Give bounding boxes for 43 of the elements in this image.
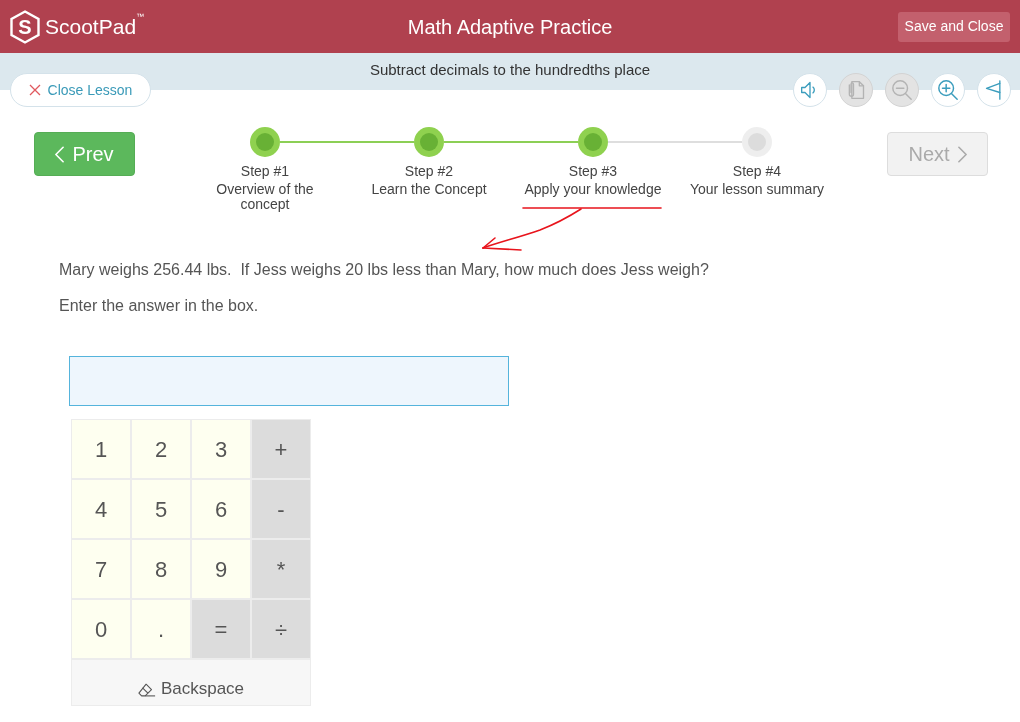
answer-field[interactable] [69, 356, 509, 406]
keypad-key[interactable]: = [191, 599, 251, 659]
close-icon [28, 84, 41, 96]
step-title: Overview of the concept [215, 182, 315, 212]
logo-mark: S [10, 9, 40, 44]
step-number: Step #4 [732, 163, 782, 179]
keypad-key[interactable]: 1 [71, 419, 131, 479]
chevron-right-icon [957, 145, 967, 163]
keypad-key[interactable]: 6 [191, 479, 251, 539]
keypad-key[interactable]: * [251, 539, 311, 599]
pennant-flag-icon [984, 79, 1004, 101]
save-and-close-button[interactable]: Save and Close [898, 11, 1010, 42]
keypad-key[interactable]: 4 [71, 479, 131, 539]
flag-button[interactable] [977, 73, 1011, 107]
step-number: Step #1 [240, 163, 290, 179]
step-title: Apply your knowledge [524, 182, 662, 197]
question-text: Mary weighs 256.44 lbs. If Jess weighs 20 lbs less than Mary, how much does Jess weigh? [59, 260, 710, 280]
keypad-key[interactable]: 8 [131, 539, 191, 599]
step-number: Step #3 [568, 163, 618, 179]
document-clip-icon [846, 79, 866, 101]
audio-button[interactable] [793, 73, 827, 107]
step-number: Step #2 [404, 163, 454, 179]
keypad-key[interactable]: - [251, 479, 311, 539]
keypad-key[interactable]: ÷ [251, 599, 311, 659]
keypad-key[interactable]: + [251, 419, 311, 479]
keypad-key[interactable]: 9 [191, 539, 251, 599]
keypad-key[interactable]: 5 [131, 479, 191, 539]
step-title: Learn the Concept [371, 182, 487, 197]
eraser-icon [137, 683, 156, 698]
keypad-key[interactable]: . [131, 599, 191, 659]
backspace-button[interactable]: Backspace [71, 659, 311, 706]
chevron-left-icon [55, 145, 65, 163]
lesson-topic: Subtract decimals to the hundredths place [369, 60, 651, 81]
instruction-text: Enter the answer in the box. [59, 296, 260, 316]
zoom-in-icon [937, 79, 959, 101]
keypad-key[interactable]: 2 [131, 419, 191, 479]
step-title: Your lesson summary [689, 182, 825, 197]
zoom-in-button[interactable] [931, 73, 965, 107]
keypad-key[interactable]: 0 [71, 599, 131, 659]
zoom-out-icon [891, 79, 913, 101]
keypad-key[interactable]: 3 [191, 419, 251, 479]
keypad-key[interactable]: 7 [71, 539, 131, 599]
app-title: Math Adaptive Practice [407, 14, 613, 40]
